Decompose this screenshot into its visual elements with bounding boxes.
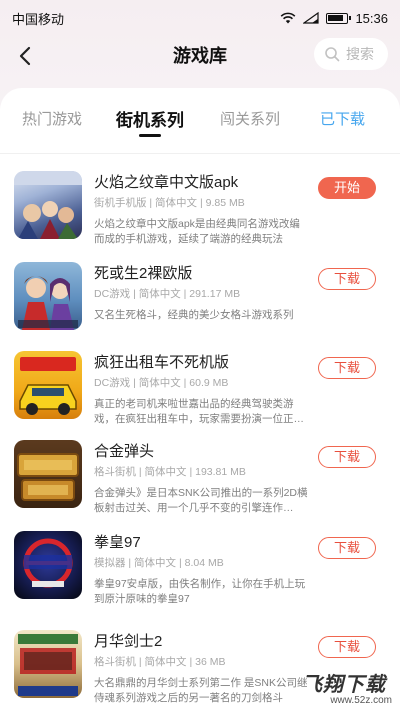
status-bar: 中国移动 15:36	[0, 0, 400, 36]
download-button[interactable]: 下载	[318, 357, 376, 379]
game-list-item[interactable]: 疯狂出租车不死机版 DC游戏 | 简体中文 | 60.9 MB 真正的老司机来啦…	[0, 351, 400, 441]
tab-downloaded[interactable]: 已下载	[320, 108, 365, 129]
game-icon	[14, 630, 82, 698]
game-title: 合金弹头	[94, 443, 155, 460]
game-title: 死或生2裸欧版	[94, 265, 193, 282]
game-artwork	[18, 276, 78, 330]
game-description: 合金弹头》是日本SNK公司推出的一系列2D横板射击过关、用一个几乎不变的引擎连作…	[94, 487, 308, 514]
game-meta: 街机手机版 | 简体中文 | 9.85 MB	[94, 197, 245, 209]
download-button[interactable]: 下载	[318, 446, 376, 468]
game-list-item[interactable]: 拳皇97 模拟器 | 简体中文 | 8.04 MB 拳皇97安卓版，由佚名制作，…	[0, 531, 400, 621]
game-list-item[interactable]: 合金弹头 格斗街机 | 简体中文 | 193.81 MB 合金弹头》是日本SNK…	[0, 440, 400, 530]
carrier-label: 中国移动	[12, 11, 65, 27]
game-title: 疯狂出租车不死机版	[94, 354, 230, 371]
game-description: 拳皇97安卓版，由佚名制作，让你在手机上玩到原汁原味的拳皇97	[94, 578, 306, 605]
battery-icon	[326, 12, 352, 24]
site-watermark: 飞翔下载 www.52z.com	[302, 668, 396, 708]
game-artwork	[19, 357, 77, 415]
download-button[interactable]: 下载	[318, 268, 376, 290]
game-icon	[14, 171, 82, 239]
game-meta: 模拟器 | 简体中文 | 8.04 MB	[94, 557, 224, 569]
signal-icon	[303, 12, 320, 24]
game-meta: 格斗街机 | 简体中文 | 36 MB	[94, 656, 226, 668]
game-list-item[interactable]: 死或生2裸欧版 DC游戏 | 简体中文 | 291.17 MB 又名生死格斗，经…	[0, 262, 400, 352]
game-title: 月华剑士2	[94, 633, 163, 650]
game-artwork	[17, 453, 79, 501]
game-list-item[interactable]: 火焰之纹章中文版apk 街机手机版 | 简体中文 | 9.85 MB 火焰之纹章…	[0, 171, 400, 261]
start-button[interactable]: 开始	[318, 177, 376, 199]
game-icon	[14, 440, 82, 508]
game-description: 大名鼎鼎的月华剑士系列第二作 是SNK公司继侍魂系列游戏之后的另一著名的刀剑格斗	[94, 677, 308, 704]
tab-adventure-series[interactable]: 闯关系列	[220, 108, 280, 129]
status-icons: 15:36	[280, 11, 388, 26]
game-icon	[14, 351, 82, 419]
category-tabs: 热门游戏 街机系列 闯关系列 已下载	[0, 88, 400, 154]
time-label: 15:36	[355, 10, 388, 26]
wifi-icon	[281, 12, 296, 24]
top-nav: 游戏库 搜索	[0, 36, 400, 76]
game-meta: DC游戏 | 简体中文 | 291.17 MB	[94, 288, 241, 300]
game-library-panel: 热门游戏 街机系列 闯关系列 已下载 火焰之纹章中文版apk 街机手机版 | 简…	[0, 88, 400, 711]
game-title: 火焰之纹章中文版apk	[94, 174, 239, 191]
search-icon	[325, 47, 340, 62]
game-artwork	[14, 171, 82, 239]
tab-arcade-series[interactable]: 街机系列	[116, 106, 184, 131]
game-description: 真正的老司机来啦世嘉出品的经典驾驶类游戏，在疯狂出租车中，玩家需要扮演一位正…	[94, 398, 304, 425]
game-meta: 格斗街机 | 简体中文 | 193.81 MB	[94, 466, 246, 478]
game-title: 拳皇97	[94, 534, 141, 551]
game-meta: DC游戏 | 简体中文 | 60.9 MB	[94, 377, 229, 389]
game-description: 火焰之纹章中文版apk是由经典同名游戏改编而成的手机游戏，延续了端游的经典玩法	[94, 218, 300, 245]
game-icon	[14, 262, 82, 330]
active-tab-indicator	[139, 134, 161, 137]
search-placeholder: 搜索	[346, 46, 374, 62]
search-button[interactable]: 搜索	[314, 38, 388, 70]
game-artwork	[18, 634, 78, 696]
download-button[interactable]: 下载	[318, 537, 376, 559]
game-icon	[14, 531, 82, 599]
game-description: 又名生死格斗，经典的美少女格斗游戏系列	[94, 309, 294, 321]
tab-hot-games[interactable]: 热门游戏	[22, 108, 82, 129]
game-artwork	[23, 538, 73, 588]
download-button[interactable]: 下载	[318, 636, 376, 658]
watermark-main: 飞翔下载	[302, 674, 386, 696]
